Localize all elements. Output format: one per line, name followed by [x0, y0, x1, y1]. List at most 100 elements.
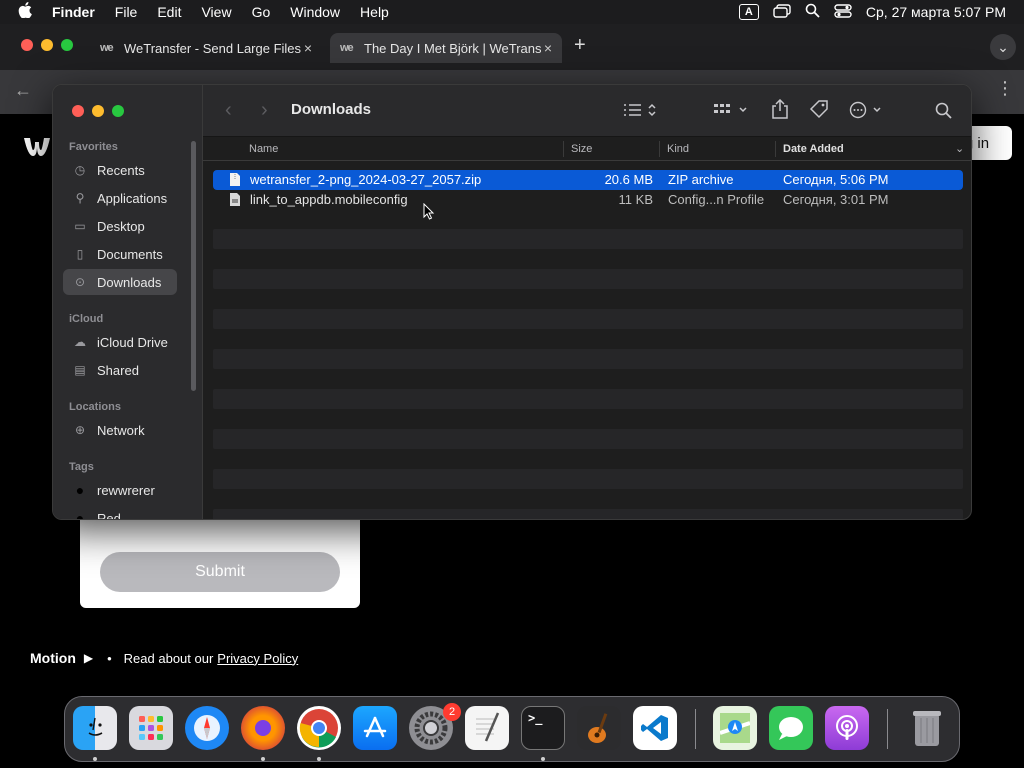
play-icon[interactable]: ▶	[84, 651, 93, 665]
window-minimize-button[interactable]	[41, 39, 53, 51]
sidebar-item-desktop[interactable]: ▭ Desktop	[63, 213, 177, 239]
launchpad-dock-icon[interactable]	[129, 706, 173, 750]
tag-icon[interactable]	[809, 100, 829, 125]
podcasts-dock-icon[interactable]	[825, 706, 869, 750]
read-about-text: Read about our	[123, 650, 214, 666]
finder-minimize-button[interactable]	[92, 105, 104, 117]
file-size: 11 KB	[618, 192, 653, 207]
dock-separator	[887, 709, 888, 749]
menu-app-name[interactable]: Finder	[52, 4, 95, 20]
chrome-dock-icon[interactable]	[297, 706, 341, 750]
file-date: Сегодня, 3:01 PM	[783, 192, 889, 207]
sidebar-tag-red[interactable]: ● Red	[63, 505, 177, 520]
group-view-icon[interactable]	[713, 101, 749, 124]
sidebar-tag-rewwrerer[interactable]: ● rewwrerer	[63, 477, 177, 503]
running-indicator	[317, 757, 321, 761]
search-icon[interactable]	[805, 3, 820, 21]
desktop-icon: ▭	[74, 219, 86, 233]
sidebar-item-label: Applications	[97, 190, 168, 206]
menu-window[interactable]: Window	[290, 4, 340, 20]
window-zoom-button[interactable]	[61, 39, 73, 51]
app-store-dock-icon[interactable]	[353, 706, 397, 750]
more-menu-icon[interactable]: ⋮	[996, 78, 1014, 99]
empty-row-stripe	[213, 509, 963, 519]
finder-dock-icon[interactable]	[73, 706, 117, 750]
menu-file[interactable]: File	[115, 4, 138, 20]
finder-window: Favorites ◷ Recents ⚲ Applications ▭ Deskto…	[52, 84, 972, 520]
menu-help[interactable]: Help	[360, 4, 389, 20]
tab-search-button[interactable]: ⌄	[990, 34, 1016, 60]
config-file-icon	[229, 192, 241, 210]
window-close-button[interactable]	[21, 39, 33, 51]
file-row-zip[interactable]: wetransfer_2-png_2024-03-27_2057.zip 20.…	[213, 170, 963, 190]
firefox-dock-icon[interactable]	[241, 706, 285, 750]
garageband-dock-icon[interactable]	[577, 706, 621, 750]
list-view-icon[interactable]	[623, 101, 659, 124]
tab-close-icon[interactable]: ×	[304, 40, 312, 56]
column-divider[interactable]	[775, 141, 776, 157]
motion-label[interactable]: Motion	[30, 650, 76, 666]
more-actions-icon[interactable]	[849, 101, 885, 124]
sidebar-item-label: Downloads	[97, 274, 162, 290]
column-divider[interactable]	[659, 141, 660, 157]
sidebar-item-downloads[interactable]: ⊙ Downloads	[63, 269, 177, 295]
tab-close-icon[interactable]: ×	[544, 40, 552, 56]
sidebar-item-documents[interactable]: ▯ Documents	[63, 241, 177, 267]
shared-folder-icon: ▤	[74, 363, 86, 377]
control-center-icon[interactable]	[834, 3, 852, 21]
maps-dock-icon[interactable]	[713, 706, 757, 750]
menu-view[interactable]: View	[201, 4, 231, 20]
bullet-separator: •	[107, 650, 112, 666]
back-chevron-icon[interactable]: ‹	[225, 99, 232, 122]
sidebar-item-label: Recents	[97, 162, 145, 178]
sidebar-item-recents[interactable]: ◷ Recents	[63, 157, 177, 183]
sidebar-item-icloud-drive[interactable]: ☁ iCloud Drive	[63, 329, 177, 355]
apple-menu-icon[interactable]	[18, 2, 32, 22]
finder-title: Downloads	[291, 101, 372, 118]
input-source-icon[interactable]: A	[738, 4, 759, 20]
menu-edit[interactable]: Edit	[157, 4, 181, 20]
trash-dock-icon[interactable]	[905, 706, 949, 750]
forward-chevron-icon[interactable]: ›	[261, 99, 268, 122]
column-size[interactable]: Size	[571, 143, 592, 155]
vscode-dock-icon[interactable]	[633, 706, 677, 750]
sidebar-item-label: Red	[97, 510, 121, 520]
file-size: 20.6 MB	[604, 172, 653, 187]
page-footer: Motion ▶ • Read about our Privacy Policy	[30, 650, 298, 666]
sidebar-scrollbar[interactable]	[191, 141, 196, 391]
privacy-policy-link[interactable]: Privacy Policy	[217, 651, 298, 666]
column-date-added[interactable]: Date Added	[783, 143, 844, 155]
clock-datetime[interactable]: Ср, 27 марта 5:07 PM	[866, 4, 1006, 20]
finder-zoom-button[interactable]	[112, 105, 124, 117]
browser-tab-wetransfer[interactable]: we WeTransfer - Send Large Files ×	[90, 33, 322, 63]
new-tab-button[interactable]: +	[574, 34, 586, 57]
safari-dock-icon[interactable]	[185, 706, 229, 750]
empty-row-stripe	[213, 309, 963, 329]
column-name[interactable]: Name	[249, 143, 278, 155]
file-name: link_to_appdb.mobileconfig	[250, 192, 408, 207]
browser-tab-bjork[interactable]: we The Day I Met Björk | WeTrans ×	[330, 33, 562, 63]
submit-button[interactable]: Submit	[100, 552, 340, 592]
sidebar-item-network[interactable]: ⊕ Network	[63, 417, 177, 443]
terminal-dock-icon[interactable]: >_	[521, 706, 565, 750]
textedit-dock-icon[interactable]	[465, 706, 509, 750]
column-divider[interactable]	[563, 141, 564, 157]
back-arrow-icon[interactable]: ←	[14, 80, 32, 101]
share-icon[interactable]	[771, 98, 789, 124]
sort-chevron-icon[interactable]: ⌄	[955, 142, 964, 155]
finder-close-button[interactable]	[72, 105, 84, 117]
sidebar-item-applications[interactable]: ⚲ Applications	[63, 185, 177, 211]
finder-search-icon[interactable]	[935, 102, 952, 124]
finder-sidebar: Favorites ◷ Recents ⚲ Applications ▭ Deskto…	[53, 85, 203, 520]
menu-go[interactable]: Go	[252, 4, 271, 20]
sidebar-item-shared[interactable]: ▤ Shared	[63, 357, 177, 383]
file-row-mobileconfig[interactable]: link_to_appdb.mobileconfig 11 KB Config.…	[213, 190, 963, 210]
running-indicator	[93, 757, 97, 761]
messages-dock-icon[interactable]	[769, 706, 813, 750]
form-card: Submit	[80, 520, 360, 608]
mouse-cursor-icon	[423, 203, 435, 220]
tab-title: The Day I Met Björk | WeTrans	[364, 40, 542, 56]
screen-mirroring-icon[interactable]	[773, 3, 791, 21]
column-kind[interactable]: Kind	[667, 143, 689, 155]
wetransfer-logo-icon[interactable]	[24, 138, 50, 161]
